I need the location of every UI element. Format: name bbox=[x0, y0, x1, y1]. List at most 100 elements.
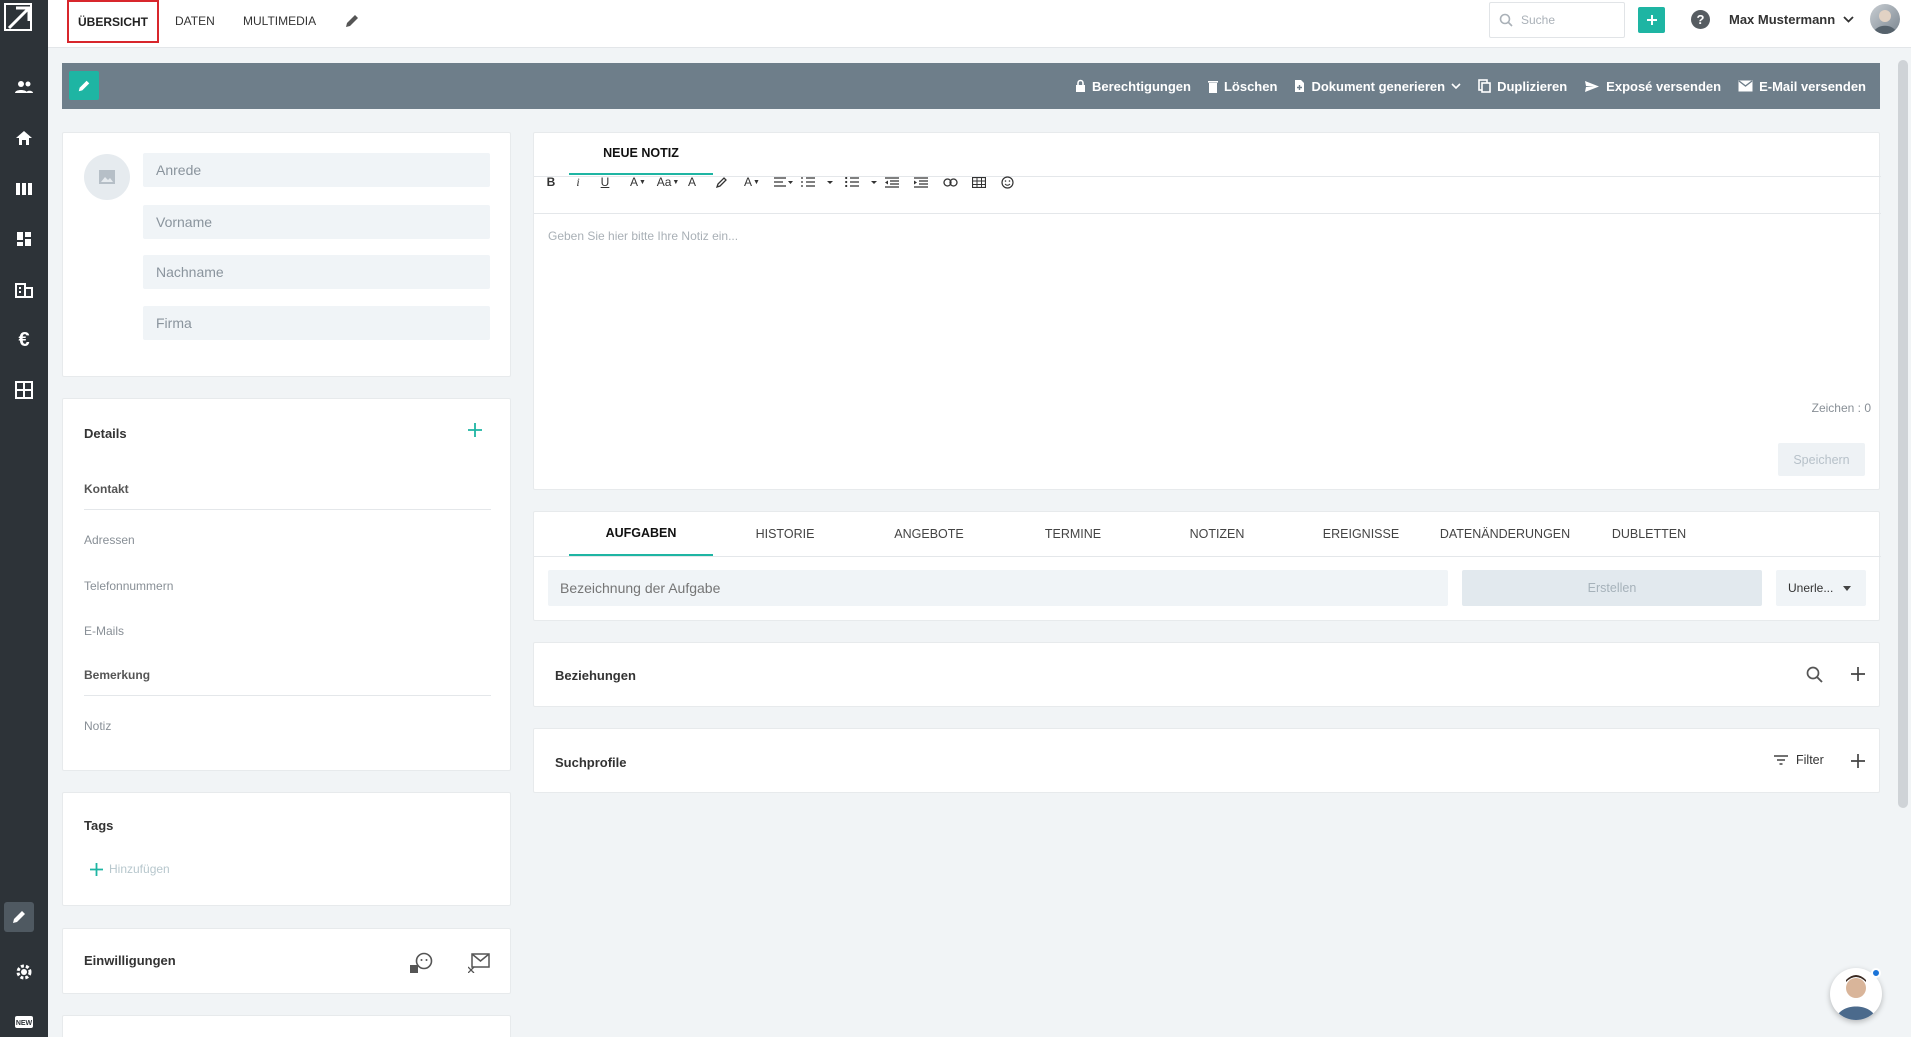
send-email-label: E-Mail versenden bbox=[1759, 78, 1866, 94]
tab-termine[interactable]: TERMINE bbox=[1001, 512, 1145, 556]
note-editor-placeholder[interactable]: Geben Sie hier bitte Ihre Notiz ein... bbox=[548, 229, 738, 243]
underline-button[interactable]: U bbox=[597, 171, 613, 193]
search-icon[interactable] bbox=[1806, 666, 1823, 683]
task-name-input[interactable] bbox=[548, 570, 1448, 606]
lastname-input[interactable] bbox=[143, 255, 490, 289]
tab-notizen[interactable]: NOTIZEN bbox=[1145, 512, 1289, 556]
lastname-field[interactable] bbox=[143, 255, 490, 289]
highlight-icon[interactable] bbox=[713, 171, 729, 193]
books-icon[interactable] bbox=[0, 171, 48, 207]
avatar[interactable] bbox=[1870, 4, 1900, 34]
clear-format-button[interactable]: A ▼ bbox=[741, 171, 763, 193]
filter-label: Filter bbox=[1796, 753, 1824, 767]
generate-document-button[interactable]: Dokument generieren bbox=[1294, 79, 1461, 94]
create-task-button[interactable]: Erstellen bbox=[1462, 570, 1762, 606]
table-icon[interactable] bbox=[970, 171, 988, 193]
permissions-button[interactable]: Berechtigungen bbox=[1075, 79, 1191, 94]
text-color-button[interactable]: A bbox=[685, 171, 699, 193]
generate-document-label: Dokument generieren bbox=[1311, 78, 1446, 94]
tab-ereignisse[interactable]: EREIGNISSE bbox=[1289, 512, 1433, 556]
add-detail-icon[interactable] bbox=[468, 423, 482, 437]
new-badge-icon[interactable]: NEW bbox=[0, 1004, 48, 1037]
unordered-list-icon[interactable] bbox=[844, 171, 882, 193]
chevron-down-icon bbox=[1451, 83, 1461, 89]
kontakt-heading: Kontakt bbox=[84, 482, 129, 496]
tab-daten[interactable]: DATEN bbox=[175, 0, 215, 42]
indent-icon[interactable] bbox=[913, 171, 929, 193]
euro-icon[interactable]: € bbox=[0, 322, 48, 358]
trash-icon bbox=[1207, 80, 1218, 93]
add-tag-button[interactable]: Hinzufügen bbox=[90, 862, 170, 876]
contact-photo-placeholder[interactable] bbox=[84, 154, 130, 200]
left-sidebar: € NEW bbox=[0, 0, 48, 1037]
help-icon[interactable]: ? bbox=[1691, 10, 1710, 29]
grid-icon[interactable] bbox=[0, 372, 48, 408]
svg-text:NEW: NEW bbox=[16, 1020, 33, 1027]
edit-button[interactable] bbox=[69, 71, 99, 100]
details-card: Details Kontakt Adressen Telefonnummern … bbox=[62, 398, 511, 771]
user-menu[interactable]: Max Mustermann bbox=[1729, 12, 1854, 27]
ordered-list-icon[interactable] bbox=[800, 171, 838, 193]
consent-mail-icon[interactable] bbox=[468, 953, 490, 973]
pencil-icon[interactable] bbox=[344, 0, 360, 42]
search-box[interactable] bbox=[1489, 2, 1625, 38]
mail-icon bbox=[1738, 80, 1753, 92]
outdent-icon[interactable] bbox=[884, 171, 900, 193]
settings-icon[interactable] bbox=[0, 954, 48, 990]
search-input[interactable] bbox=[1521, 13, 1611, 27]
tab-angebote[interactable]: ANGEBOTE bbox=[857, 512, 1001, 556]
tab-aufgaben[interactable]: AUFGABEN bbox=[569, 512, 713, 556]
tab-label: MULTIMEDIA bbox=[243, 14, 317, 28]
emoji-icon[interactable] bbox=[999, 171, 1015, 193]
task-status-select[interactable]: Unerle... bbox=[1776, 570, 1866, 606]
italic-button[interactable]: i bbox=[571, 171, 585, 193]
salutation-field[interactable] bbox=[143, 153, 490, 187]
font-size-button[interactable]: A ▼ bbox=[627, 171, 649, 193]
add-search-profile-icon[interactable] bbox=[1851, 754, 1865, 768]
firstname-field[interactable] bbox=[143, 205, 490, 239]
partial-card bbox=[62, 1015, 511, 1037]
scrollbar[interactable] bbox=[1898, 60, 1908, 808]
emails-item[interactable]: E-Mails bbox=[84, 624, 124, 638]
note-item[interactable]: Notiz bbox=[84, 719, 111, 733]
link-icon[interactable] bbox=[941, 171, 959, 193]
font-family-button[interactable]: Aa ▼ bbox=[656, 171, 680, 193]
add-relation-icon[interactable] bbox=[1851, 667, 1865, 681]
tab-dubletten[interactable]: DUBLETTEN bbox=[1577, 512, 1721, 556]
contacts-icon[interactable] bbox=[0, 69, 48, 105]
salutation-input[interactable] bbox=[143, 153, 490, 187]
send-expose-label: Exposé versenden bbox=[1606, 78, 1722, 94]
divider bbox=[534, 176, 1881, 177]
logo-icon[interactable] bbox=[4, 3, 34, 33]
send-email-button[interactable]: E-Mail versenden bbox=[1738, 79, 1866, 94]
buildings-icon[interactable] bbox=[0, 272, 48, 308]
dashboard-icon[interactable] bbox=[0, 221, 48, 257]
company-field[interactable] bbox=[143, 306, 490, 340]
addresses-item[interactable]: Adressen bbox=[84, 533, 135, 547]
filter-button[interactable]: Filter bbox=[1774, 753, 1824, 767]
delete-button[interactable]: Löschen bbox=[1207, 79, 1277, 94]
tab-uebersicht[interactable]: ÜBERSICHT bbox=[67, 0, 160, 43]
bold-button[interactable]: B bbox=[543, 171, 559, 193]
save-button[interactable]: Speichern bbox=[1778, 443, 1865, 476]
tab-historie[interactable]: HISTORIE bbox=[713, 512, 857, 556]
tab-label: NEUE NOTIZ bbox=[603, 146, 679, 160]
phone-numbers-item[interactable]: Telefonnummern bbox=[84, 579, 173, 593]
tab-datenaenderungen[interactable]: DATENÄNDERUNGEN bbox=[1433, 512, 1577, 556]
home-icon[interactable] bbox=[0, 120, 48, 156]
company-input[interactable] bbox=[143, 306, 490, 340]
duplicate-button[interactable]: Duplizieren bbox=[1478, 79, 1567, 94]
firstname-input[interactable] bbox=[143, 205, 490, 239]
tab-new-note[interactable]: NEUE NOTIZ bbox=[569, 133, 713, 175]
task-name-field[interactable] bbox=[548, 570, 1448, 606]
text-color-label: A bbox=[687, 175, 696, 189]
char-count: Zeichen : 0 bbox=[1811, 401, 1871, 415]
divider bbox=[534, 556, 1881, 557]
edit-icon[interactable] bbox=[4, 902, 34, 932]
consent-chat-icon[interactable] bbox=[409, 952, 435, 974]
add-button[interactable] bbox=[1638, 7, 1665, 33]
tab-multimedia[interactable]: MULTIMEDIA bbox=[243, 0, 316, 42]
user-name: Max Mustermann bbox=[1729, 12, 1836, 27]
send-expose-button[interactable]: Exposé versenden bbox=[1584, 79, 1721, 94]
align-icon[interactable] bbox=[772, 171, 794, 193]
